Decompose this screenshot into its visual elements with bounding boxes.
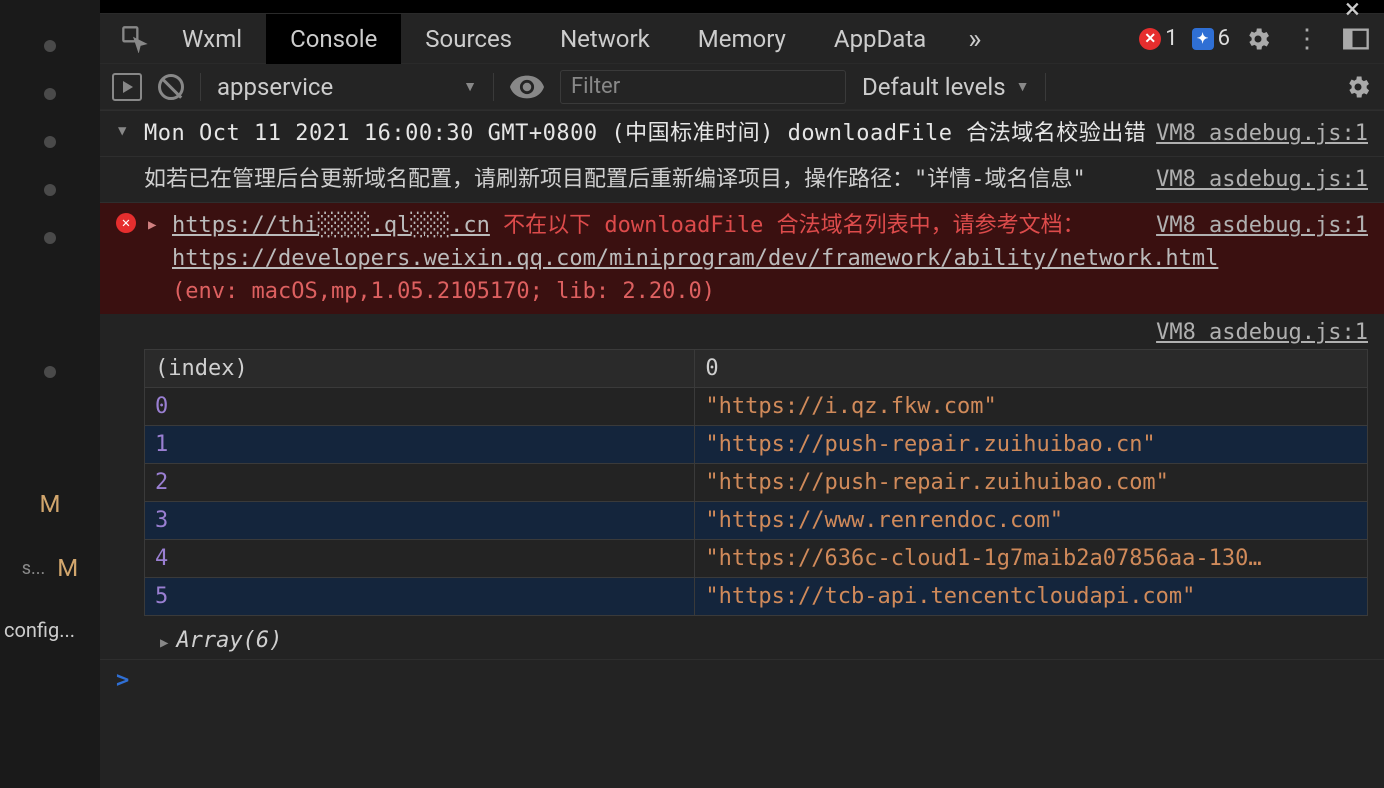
gear-icon[interactable] bbox=[1344, 73, 1372, 101]
error-mid: 不在以下 downloadFile 合法域名列表中，请参考文档： bbox=[490, 213, 1085, 238]
array-summary[interactable]: Array(6) bbox=[100, 622, 1384, 659]
console-message: ▼ VM8 asdebug.js:1 Mon Oct 11 2021 16:00… bbox=[100, 110, 1384, 156]
table-header[interactable]: (index) bbox=[145, 350, 695, 388]
source-link[interactable]: VM8 asdebug.js:1 bbox=[1156, 320, 1368, 345]
console-error: ✕ ▶ VM8 asdebug.js:1 https://thi░░░░.ql░… bbox=[100, 202, 1384, 314]
console-toolbar: appservice Filter Default levels bbox=[100, 64, 1384, 110]
error-doc-link[interactable]: https://developers.weixin.qq.com/minipro… bbox=[172, 246, 1218, 271]
console-table: (index) 0 0"https://i.qz.fkw.com"1"https… bbox=[144, 349, 1368, 616]
error-env: (env: macOS,mp,1.05.2105170; lib: 2.20.0… bbox=[172, 275, 1368, 308]
cell-value: "https://www.renrendoc.com" bbox=[695, 502, 1368, 540]
source-link[interactable]: VM8 asdebug.js:1 bbox=[1156, 163, 1368, 196]
table-row[interactable]: 3"https://www.renrendoc.com" bbox=[145, 502, 1368, 540]
table-header[interactable]: 0 bbox=[695, 350, 1368, 388]
info-count-badge[interactable]: ✦6 bbox=[1192, 26, 1230, 51]
error-url[interactable]: https://thi░░░░.ql░░░.cn bbox=[172, 213, 490, 238]
gear-icon[interactable] bbox=[1244, 25, 1272, 53]
cell-value: "https://push-repair.zuihuibao.cn" bbox=[695, 426, 1368, 464]
tab-appdata[interactable]: AppData bbox=[810, 14, 950, 64]
modified-marker: M bbox=[40, 490, 61, 518]
log-level-selector[interactable]: Default levels bbox=[862, 73, 1029, 101]
clear-console-icon[interactable] bbox=[158, 74, 184, 100]
cell-index: 3 bbox=[145, 502, 695, 540]
table-row[interactable]: 4"https://636c-cloud1-1g7maib2a07856aa-1… bbox=[145, 540, 1368, 578]
divider bbox=[493, 73, 494, 101]
console-table-wrap: VM8 asdebug.js:1 (index) 0 0"https://i.q… bbox=[100, 314, 1384, 622]
chevron-down-icon[interactable]: ▼ bbox=[118, 121, 126, 142]
table-row[interactable]: 1"https://push-repair.zuihuibao.cn" bbox=[145, 426, 1368, 464]
dot-icon bbox=[44, 40, 56, 52]
cell-index: 1 bbox=[145, 426, 695, 464]
tab-network[interactable]: Network bbox=[536, 14, 674, 64]
tab-wxml[interactable]: Wxml bbox=[158, 14, 266, 64]
table-row[interactable]: 5"https://tcb-api.tencentcloudapi.com" bbox=[145, 578, 1368, 616]
tabs-overflow-icon[interactable]: » bbox=[950, 22, 999, 55]
window-strip: × bbox=[100, 0, 1384, 14]
filter-input[interactable]: Filter bbox=[560, 70, 846, 104]
cell-index: 0 bbox=[145, 388, 695, 426]
error-count-badge[interactable]: ✕1 bbox=[1139, 26, 1177, 51]
message-text: 如若已在管理后台更新域名配置，请刷新项目配置后重新编译项目，操作路径："详情-域… bbox=[144, 167, 1086, 192]
play-icon[interactable] bbox=[112, 73, 142, 101]
file-config[interactable]: config... bbox=[0, 618, 75, 642]
divider bbox=[1045, 73, 1046, 101]
message-text: Mon Oct 11 2021 16:00:30 GMT+0800 (中国标准时… bbox=[144, 121, 1146, 146]
cell-index: 4 bbox=[145, 540, 695, 578]
inspect-element-icon[interactable] bbox=[112, 16, 158, 62]
cell-value: "https://i.qz.fkw.com" bbox=[695, 388, 1368, 426]
tab-console[interactable]: Console bbox=[266, 14, 401, 64]
source-link[interactable]: VM8 asdebug.js:1 bbox=[1156, 117, 1368, 150]
dock-icon[interactable] bbox=[1342, 25, 1370, 53]
dot-icon bbox=[44, 88, 56, 100]
cell-index: 5 bbox=[145, 578, 695, 616]
console-message: VM8 asdebug.js:1 如若已在管理后台更新域名配置，请刷新项目配置后… bbox=[100, 156, 1384, 202]
cell-index: 2 bbox=[145, 464, 695, 502]
chevron-right-icon[interactable]: ▶ bbox=[148, 215, 156, 236]
cell-value: "https://push-repair.zuihuibao.com" bbox=[695, 464, 1368, 502]
context-selector[interactable]: appservice bbox=[217, 73, 477, 101]
tab-memory[interactable]: Memory bbox=[674, 14, 810, 64]
console-output: ▼ VM8 asdebug.js:1 Mon Oct 11 2021 16:00… bbox=[100, 110, 1384, 788]
dot-icon bbox=[44, 184, 56, 196]
tab-sources[interactable]: Sources bbox=[401, 14, 536, 64]
source-link[interactable]: VM8 asdebug.js:1 bbox=[1156, 209, 1368, 242]
dot-icon bbox=[44, 366, 56, 378]
close-icon[interactable]: × bbox=[1345, 0, 1360, 25]
console-prompt[interactable]: > bbox=[100, 659, 1384, 701]
divider bbox=[200, 73, 201, 101]
table-row[interactable]: 2"https://push-repair.zuihuibao.com" bbox=[145, 464, 1368, 502]
devtools-tabs: Wxml Console Sources Network Memory AppD… bbox=[100, 14, 1384, 64]
cell-value: "https://636c-cloud1-1g7maib2a07856aa-13… bbox=[695, 540, 1368, 578]
cell-value: "https://tcb-api.tencentcloudapi.com" bbox=[695, 578, 1368, 616]
activity-bar: M s...M config... bbox=[0, 0, 100, 788]
dot-icon bbox=[44, 232, 56, 244]
error-icon: ✕ bbox=[116, 213, 136, 233]
table-row[interactable]: 0"https://i.qz.fkw.com" bbox=[145, 388, 1368, 426]
live-expression-icon[interactable] bbox=[510, 75, 544, 99]
kebab-icon[interactable]: ⋮ bbox=[1286, 24, 1328, 54]
dot-icon bbox=[44, 136, 56, 148]
file-row[interactable]: s...M bbox=[22, 554, 78, 582]
